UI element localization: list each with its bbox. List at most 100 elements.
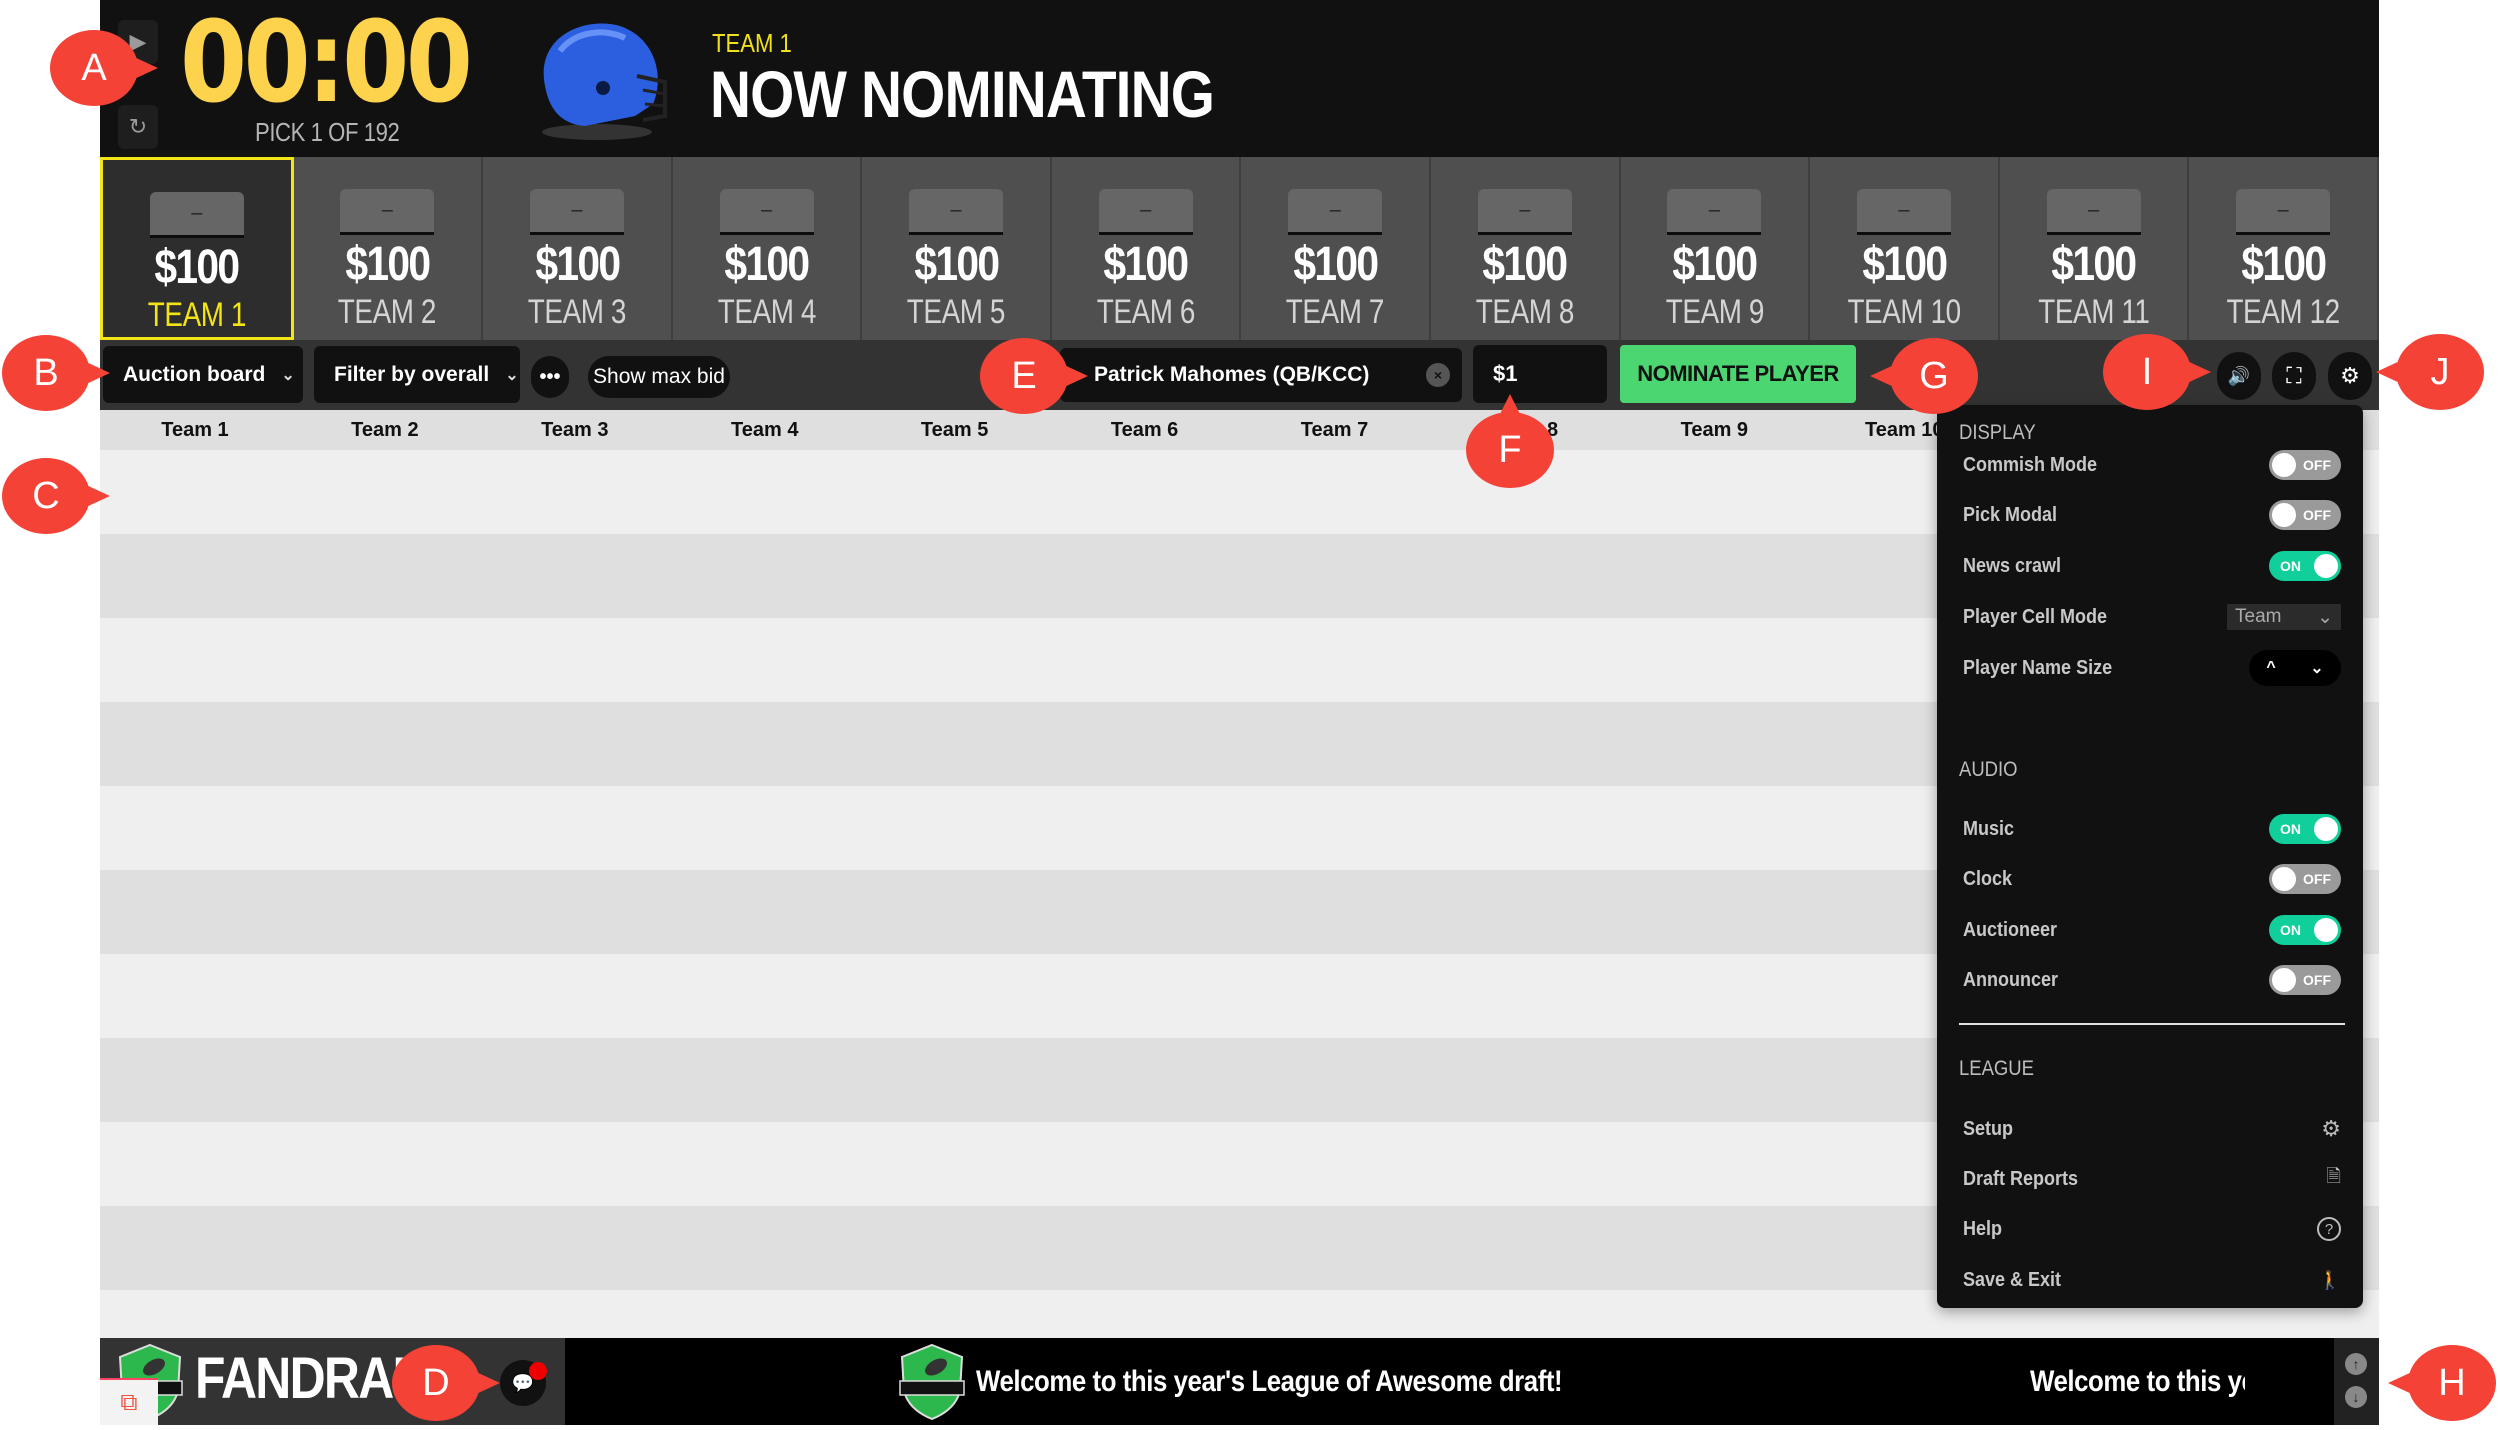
board-view-select[interactable]: Auction board ⌄ — [103, 346, 303, 403]
team-card[interactable]: – $100 TEAM 5 — [862, 157, 1052, 340]
select-value: Team — [2235, 606, 2282, 627]
board-view-label: Auction board — [123, 362, 266, 386]
gear-icon: ⚙ — [2321, 1116, 2341, 1141]
ticker-scroll-controls: ↑ ↓ — [2334, 1338, 2379, 1425]
commish-mode-toggle[interactable]: OFF — [2269, 450, 2341, 480]
chevron-down-icon: ⌄ — [281, 366, 295, 384]
ticker-text: Welcome to this year's League of Awesome… — [2030, 1364, 2245, 1398]
team-budget: $100 — [2051, 238, 2138, 291]
team-budget: $100 — [1862, 238, 1948, 291]
scroll-up-icon[interactable]: ↑ — [2345, 1353, 2367, 1375]
team-name: TEAM 2 — [338, 293, 437, 331]
column-header: Team 6 — [1110, 419, 1179, 441]
filter-select[interactable]: Filter by overall ⌄ — [314, 346, 520, 403]
fullscreen-button[interactable]: ⛶ — [2272, 352, 2316, 400]
nominated-player-slot: – — [1856, 189, 1951, 235]
setting-label: Player Cell Mode — [1963, 605, 2108, 628]
pick-modal-toggle[interactable]: OFF — [2269, 500, 2341, 530]
player-cell-mode-select[interactable]: Team ⌄ — [2227, 604, 2341, 630]
display-section-heading: DISPLAY — [1959, 421, 2036, 444]
column-header: Team 5 — [920, 419, 989, 441]
ticker-item: Welcome to this year's League of Awesome… — [898, 1338, 1658, 1425]
settings-panel: DISPLAY Commish Mode OFF Pick Modal OFF … — [1937, 405, 2363, 1308]
team-budget: $100 — [1293, 238, 1379, 291]
nominate-player-button[interactable]: NOMINATE PLAYER — [1620, 345, 1856, 403]
team-budget: $100 — [345, 238, 431, 291]
fandraft-logo-icon — [899, 1343, 965, 1420]
callout-e: E — [980, 338, 1088, 414]
team-name: TEAM 10 — [1847, 293, 1961, 331]
menu-item-label: Draft Reports — [1963, 1167, 2079, 1190]
callout-g: G — [1870, 338, 1978, 414]
draft-clock: 00:00 — [180, 0, 473, 128]
team-card[interactable]: – $100 TEAM 12 — [2189, 157, 2379, 340]
menu-item-label: Setup — [1963, 1117, 2014, 1140]
reset-clock-button[interactable]: ↻ — [118, 105, 158, 149]
team-name: TEAM 8 — [1475, 293, 1575, 331]
player-search-input[interactable]: ⌕ Patrick Mahomes (QB/KCC) × — [1060, 348, 1462, 402]
setting-news-crawl: News crawl ON — [1963, 548, 2341, 584]
menu-item-label: Help — [1963, 1217, 2003, 1240]
column-header: Team 1 — [161, 419, 229, 441]
more-options-button[interactable]: ••• — [531, 356, 569, 398]
setting-music: Music ON — [1963, 811, 2341, 847]
ellipsis-icon: ••• — [539, 365, 561, 388]
menu-item-draft-reports[interactable]: Draft Reports 🗎 — [1963, 1161, 2341, 1197]
auctioneer-toggle[interactable]: ON — [2269, 915, 2341, 945]
setting-player-name-size: Player Name Size ^ ⌄ — [1963, 650, 2341, 686]
column-header: Team 9 — [1680, 419, 1749, 441]
team-card[interactable]: – $100 TEAM 2 — [293, 157, 484, 340]
chevron-down-icon: ⌄ — [505, 366, 519, 384]
team-card[interactable]: – $100 TEAM 3 — [483, 157, 673, 340]
team-card[interactable]: – $100 TEAM 4 — [672, 157, 863, 340]
draft-board-app: ▶ ↻ 00:00 PICK 1 OF 192 TEAM 1 NOW NOMIN… — [100, 0, 2379, 1425]
announcer-toggle[interactable]: OFF — [2269, 965, 2341, 995]
draft-status-title: NOW NOMINATING — [710, 57, 1215, 131]
league-section-heading: LEAGUE — [1959, 1057, 2034, 1080]
team-card[interactable]: – $100 TEAM 11 — [1999, 157, 2190, 340]
nominated-player-slot: – — [1098, 189, 1193, 235]
setting-label: Commish Mode — [1963, 453, 2098, 476]
chevron-down-icon[interactable]: ⌄ — [2310, 658, 2323, 678]
scroll-down-icon[interactable]: ↓ — [2345, 1386, 2367, 1408]
ticker-text: Welcome to this year's League of Awesome… — [976, 1364, 1563, 1398]
setting-label: Auctioneer — [1963, 918, 2058, 941]
show-max-bid-button[interactable]: Show max bid — [588, 356, 730, 398]
music-toggle[interactable]: ON — [2269, 814, 2341, 844]
sound-button[interactable]: 🔊 — [2217, 352, 2261, 400]
setting-commish-mode: Commish Mode OFF — [1963, 447, 2341, 483]
setting-label: Music — [1963, 817, 2015, 840]
menu-item-label: Save & Exit — [1963, 1268, 2062, 1291]
gear-icon: ⚙ — [2340, 363, 2360, 388]
team-name: TEAM 6 — [1096, 293, 1196, 331]
callout-a: A — [50, 30, 158, 106]
team-card[interactable]: – $100 TEAM 6 — [1051, 157, 1242, 340]
filter-label: Filter by overall — [334, 362, 490, 386]
settings-button[interactable]: ⚙ — [2328, 352, 2372, 400]
news-crawl-toggle[interactable]: ON — [2269, 551, 2341, 581]
chevron-up-icon[interactable]: ^ — [2266, 659, 2275, 677]
team-name: TEAM 12 — [2226, 293, 2340, 331]
team-budget: $100 — [154, 241, 241, 294]
menu-item-help[interactable]: Help ? — [1963, 1211, 2341, 1247]
walking-person-icon: 🚶 — [2318, 1269, 2341, 1290]
team-card[interactable]: – $100 TEAM 7 — [1241, 157, 1432, 340]
setting-player-cell-mode: Player Cell Mode Team ⌄ — [1963, 599, 2341, 635]
menu-item-save-exit[interactable]: Save & Exit 🚶 — [1963, 1262, 2341, 1298]
setting-label: Pick Modal — [1963, 503, 2058, 526]
clock-toggle[interactable]: OFF — [2269, 864, 2341, 894]
laravel-icon[interactable]: ⧉ — [100, 1378, 158, 1425]
team-card[interactable]: – $100 TEAM 8 — [1431, 157, 1621, 340]
team-card[interactable]: – $100 TEAM 10 — [1810, 157, 2000, 340]
nominating-team-label: TEAM 1 — [712, 28, 792, 58]
team-card[interactable]: – $100 TEAM 9 — [1620, 157, 1811, 340]
setting-label: Clock — [1963, 867, 2013, 890]
callout-d: D — [392, 1345, 500, 1421]
callout-b: B — [2, 335, 110, 411]
menu-item-setup[interactable]: Setup ⚙ — [1963, 1111, 2341, 1147]
clear-search-icon[interactable]: × — [1426, 363, 1450, 387]
bid-amount-input[interactable]: $1 — [1473, 345, 1607, 403]
setting-announcer: Announcer OFF — [1963, 962, 2341, 998]
setting-auctioneer: Auctioneer ON — [1963, 912, 2341, 948]
team-card[interactable]: – $100 TEAM 1 — [100, 157, 294, 340]
